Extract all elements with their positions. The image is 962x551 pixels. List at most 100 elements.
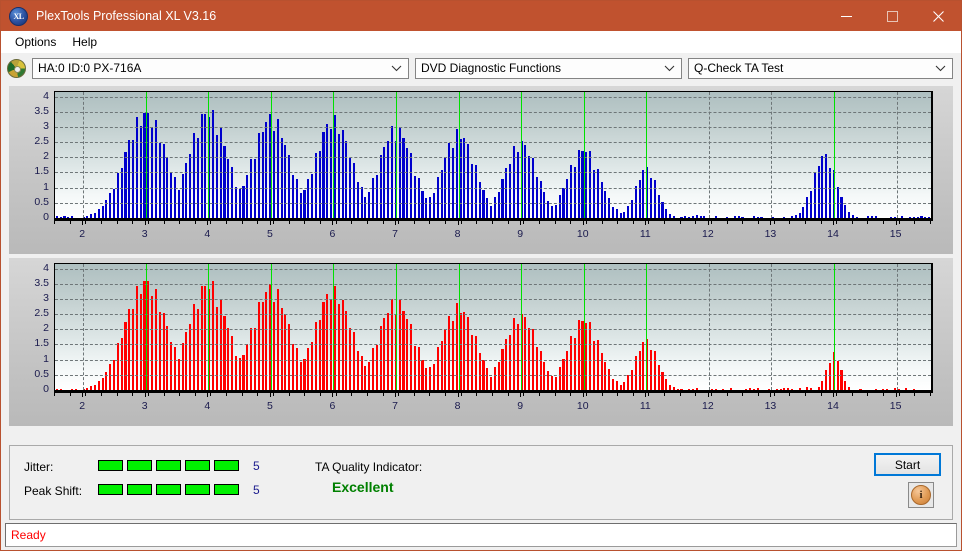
charts-area: 0 0.5 1 1.5 2 2.5 3 3.5 4 2 3 4 5 6 7 8 9 10 11 12 13 14 15 0… <box>1 83 961 443</box>
x-tick <box>645 393 647 397</box>
chart-bar <box>482 189 485 218</box>
x-minor-tick <box>398 393 400 396</box>
chart-bar <box>809 190 813 218</box>
x-tick <box>895 393 897 397</box>
grid-line <box>55 111 931 113</box>
x-minor-tick <box>851 393 853 396</box>
chart-bar <box>425 368 428 390</box>
y-tick-label: 1 <box>43 352 49 365</box>
chart-bar <box>653 350 656 390</box>
grid-line <box>896 264 898 390</box>
application-window: XL PlexTools Professional XL V3.16 Optio… <box>0 0 962 551</box>
chart-bar <box>650 178 653 218</box>
drive-select-value: HA:0 ID:0 PX-716A <box>38 61 142 75</box>
y-tick-label: 1 <box>43 180 49 193</box>
test-select[interactable]: Q-Check TA Test <box>688 57 953 79</box>
chart-bar <box>318 150 321 218</box>
chart-bar <box>173 347 177 390</box>
chart-bar <box>558 366 561 390</box>
x-tick <box>520 393 522 397</box>
grid-line <box>55 96 931 98</box>
chart-bar <box>101 377 104 390</box>
chart-bar <box>364 196 367 218</box>
chart-bar <box>497 362 500 390</box>
chart-bar <box>539 180 542 218</box>
y-tick-label: 3 <box>43 119 49 132</box>
marker-line <box>333 264 335 390</box>
x-minor-tick <box>147 393 149 396</box>
y-tick-label: 2.5 <box>34 307 49 320</box>
marker-line <box>646 92 648 218</box>
test-select-value: Q-Check TA Test <box>694 61 784 75</box>
chart-bar <box>817 166 820 218</box>
chart-bar <box>410 153 413 218</box>
chart-bar <box>124 322 127 390</box>
x-minor-tick <box>100 221 102 224</box>
menu-item-options[interactable]: Options <box>7 33 64 51</box>
x-tick-label: 8 <box>454 400 461 412</box>
start-button[interactable]: Start <box>874 453 941 476</box>
x-minor-tick <box>194 221 196 224</box>
chart-bar <box>132 309 135 390</box>
x-minor-tick <box>273 221 274 224</box>
x-tick-label: 9 <box>517 228 524 240</box>
marker-line <box>458 264 460 390</box>
x-minor-tick <box>883 221 885 224</box>
chart-bar <box>558 194 561 218</box>
menu-item-help[interactable]: Help <box>64 33 105 51</box>
grid-line <box>55 142 931 144</box>
close-icon[interactable] <box>915 1 961 31</box>
chart-bar <box>577 320 580 390</box>
marker-line <box>646 264 648 390</box>
x-minor-tick <box>351 393 353 396</box>
y-tick-label: 0 <box>43 211 49 223</box>
chart-bar <box>630 370 634 390</box>
minimize-icon[interactable] <box>823 1 869 31</box>
chart-bar <box>486 367 489 390</box>
chart-bar <box>463 311 466 390</box>
grid-line <box>771 264 773 390</box>
meter-segment <box>127 460 152 471</box>
chart-bar <box>402 310 405 390</box>
chart-bar <box>657 364 660 390</box>
grid-line <box>55 268 931 270</box>
maximize-icon[interactable] <box>869 1 915 31</box>
chart-bar <box>524 144 527 218</box>
chart-bar <box>539 350 542 390</box>
chart-bar <box>417 347 420 390</box>
x-minor-tick <box>507 393 509 396</box>
chart-bar <box>611 206 615 218</box>
x-tick <box>332 221 334 225</box>
chart-bar <box>554 376 557 390</box>
x-minor-tick <box>523 393 525 396</box>
x-tick <box>707 221 709 225</box>
x-tick-label: 10 <box>576 400 589 412</box>
x-minor-tick <box>883 393 885 396</box>
chart-bar <box>402 138 405 218</box>
function-select[interactable]: DVD Diagnostic Functions <box>415 57 682 79</box>
chart-bar <box>177 189 180 218</box>
info-button[interactable]: i <box>908 482 934 508</box>
chart-bar <box>573 167 576 218</box>
x-tick <box>582 393 584 397</box>
x-minor-tick <box>836 221 838 224</box>
chart-bar <box>257 133 260 218</box>
chart-bar <box>147 281 150 390</box>
y-tick-label: 1.5 <box>34 337 49 350</box>
grid-line <box>55 187 931 189</box>
drive-select[interactable]: HA:0 ID:0 PX-716A <box>32 57 409 79</box>
x-minor-tick <box>476 221 478 224</box>
chart-bar <box>345 141 348 218</box>
chart-bar <box>440 340 443 390</box>
chart-bar <box>535 347 538 390</box>
x-tick <box>457 221 459 225</box>
chart-bar <box>272 302 276 390</box>
grid-line <box>708 264 710 390</box>
x-minor-tick <box>679 393 681 396</box>
marker-line <box>396 92 397 218</box>
jitter-label: Jitter: <box>24 460 54 474</box>
chevron-down-icon <box>664 59 675 78</box>
chart-bar <box>638 350 641 390</box>
chart-bar <box>196 138 199 218</box>
x-minor-tick <box>273 393 274 396</box>
